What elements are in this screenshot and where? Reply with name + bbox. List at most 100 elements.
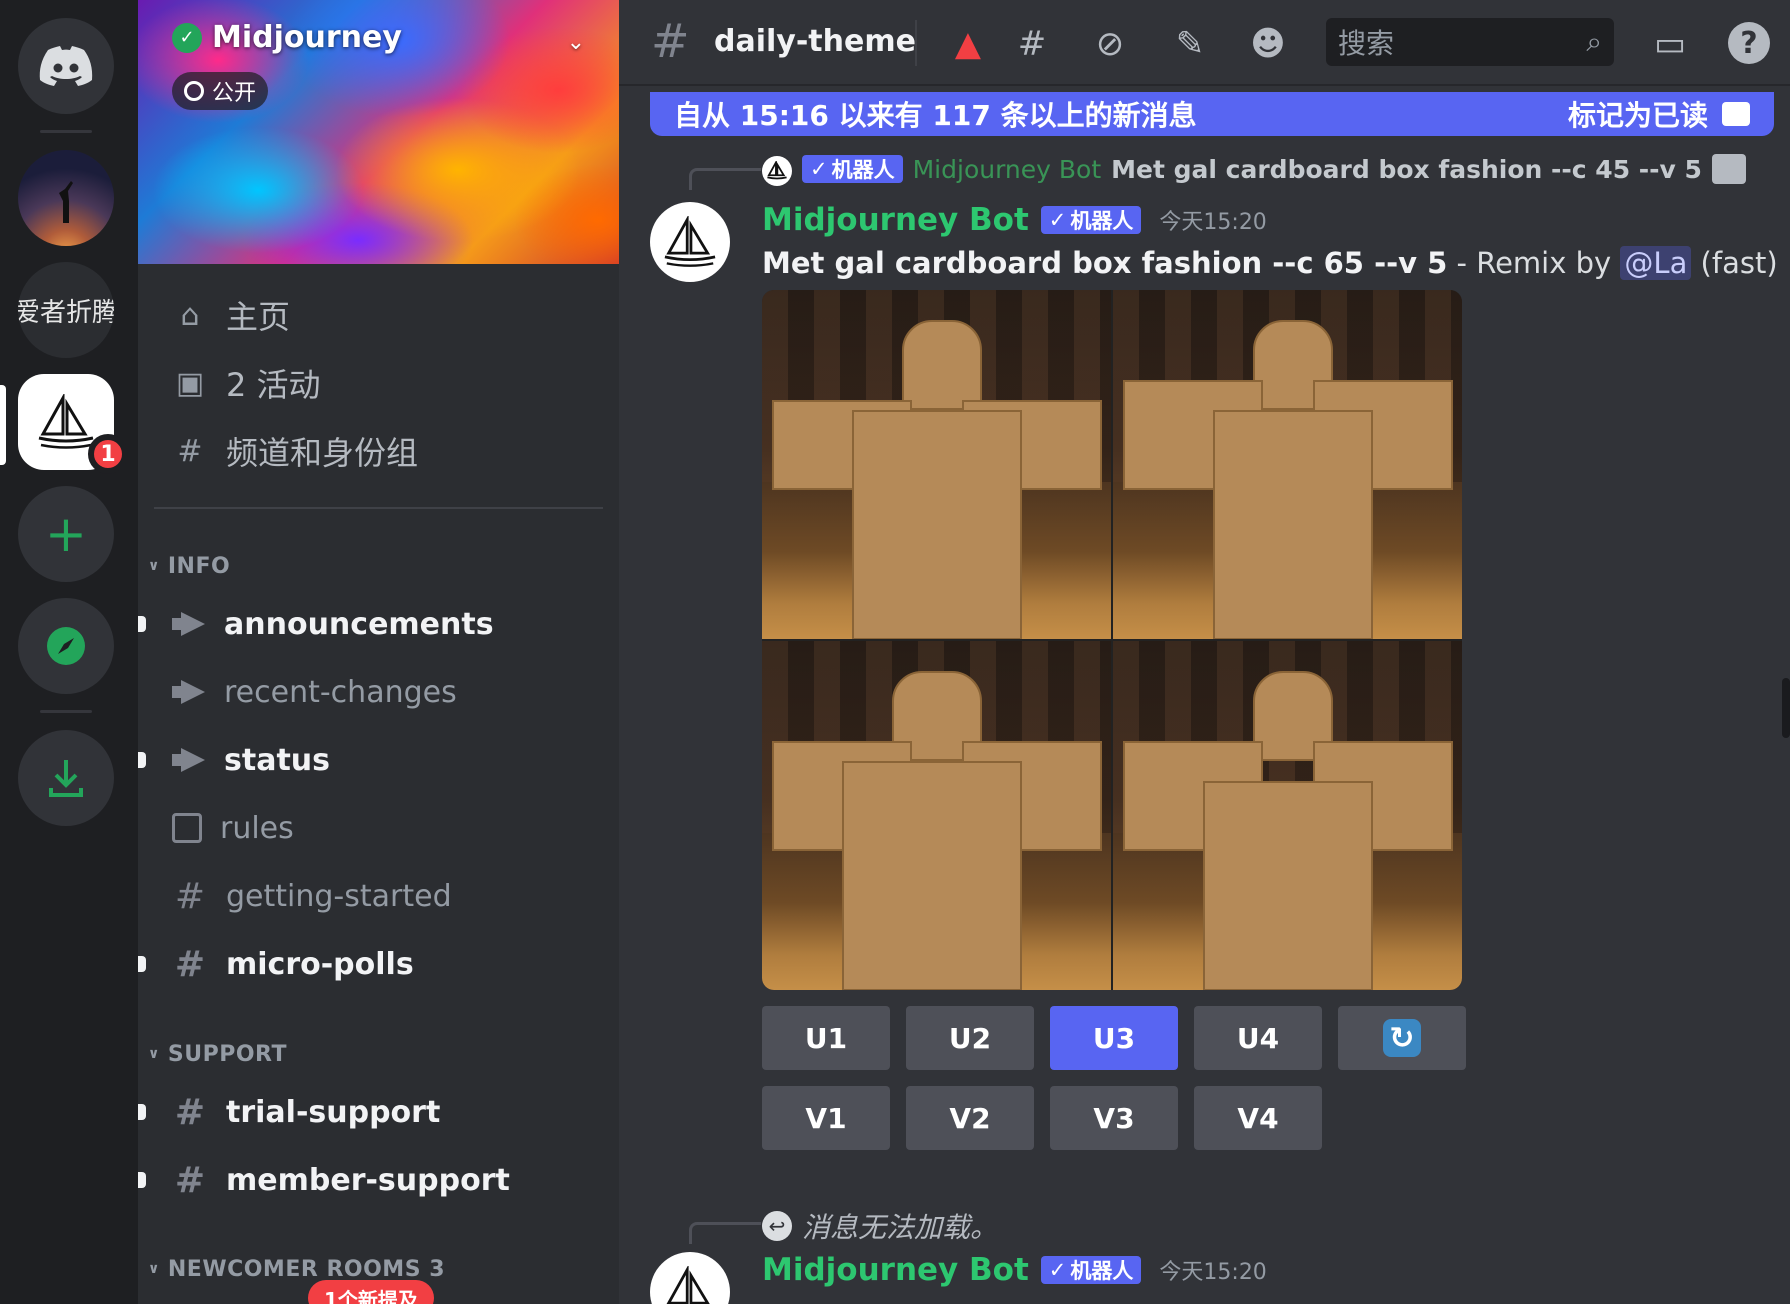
variation-button-v4[interactable]: V4 xyxy=(1194,1086,1322,1150)
variation-button-v1[interactable]: V1 xyxy=(762,1086,890,1150)
channel-trial-support[interactable]: # trial-support xyxy=(138,1084,602,1140)
server-icon-text[interactable]: 爱者折腾小 xyxy=(18,262,114,358)
check-icon: ✓ xyxy=(810,157,828,181)
nav-channels-roles[interactable]: # 频道和身份组 xyxy=(172,425,418,477)
category-label: NEWCOMER ROOMS 3 xyxy=(167,1256,445,1282)
reroll-button[interactable]: ↻ xyxy=(1338,1006,1466,1070)
megaphone-icon xyxy=(172,680,206,704)
inbox-icon[interactable]: ▭ xyxy=(1648,22,1692,66)
avatar[interactable] xyxy=(650,202,730,282)
new-messages-bar[interactable]: 自从 15:16 以来有 117 条以上的新消息 标记为已读 xyxy=(650,92,1774,136)
discord-home-button[interactable] xyxy=(18,18,114,114)
channel-name: status xyxy=(224,742,330,778)
search-placeholder: 搜索 xyxy=(1338,27,1395,60)
generated-image-4[interactable] xyxy=(1113,641,1462,990)
scrollbar-thumb[interactable] xyxy=(1782,678,1790,738)
hash-search-icon: # xyxy=(177,433,203,469)
reply-arrow-icon: ↩ xyxy=(762,1211,792,1241)
timestamp: 今天15:20 xyxy=(1159,1260,1267,1285)
category-label: SUPPORT xyxy=(167,1041,287,1067)
member-list-icon[interactable]: ☻ xyxy=(1246,22,1290,66)
reply-preview[interactable]: ✓ 机器人 Midjourney Bot Met gal cardboard bo… xyxy=(802,154,1746,184)
reply-connector xyxy=(689,168,761,190)
check-icon: ✓ xyxy=(1048,1258,1067,1282)
category-label: INFO xyxy=(167,553,231,579)
chevron-down-icon: ∨ xyxy=(148,1046,160,1062)
nav-home[interactable]: ⌂ 主页 xyxy=(172,289,290,341)
silhouette-icon xyxy=(59,181,73,223)
visibility-label: 公开 xyxy=(212,81,257,106)
rules-icon xyxy=(172,813,202,843)
timestamp: 今天15:20 xyxy=(1159,210,1267,235)
generated-image-2[interactable] xyxy=(1113,290,1462,639)
author-name[interactable]: Midjourney Bot xyxy=(762,202,1029,238)
channel-status[interactable]: status xyxy=(138,732,602,788)
variation-button-v2[interactable]: V2 xyxy=(906,1086,1034,1150)
server-icon-midjourney[interactable]: 1 xyxy=(18,374,128,474)
prompt-text: Met gal cardboard box fashion --c 65 --v… xyxy=(762,246,1448,280)
pin-icon[interactable]: ✎ xyxy=(1168,22,1212,66)
remix-text: - Remix by xyxy=(1447,246,1621,280)
avatar[interactable] xyxy=(650,1252,730,1304)
variation-button-v3[interactable]: V3 xyxy=(1050,1086,1178,1150)
generated-image-3[interactable] xyxy=(762,641,1111,990)
server-header[interactable]: ✓ Midjourney xyxy=(172,20,402,55)
siren-icon[interactable]: ▲ xyxy=(946,22,990,66)
search-icon: ⌕ xyxy=(1586,25,1602,58)
new-mentions-pill[interactable]: 1个新提及 xyxy=(308,1280,434,1304)
user-mention[interactable]: @La xyxy=(1620,246,1692,280)
channel-rules[interactable]: rules xyxy=(172,800,602,856)
category-support[interactable]: ∨ SUPPORT xyxy=(148,1039,287,1069)
unread-indicator xyxy=(138,1172,146,1188)
unread-indicator xyxy=(138,956,146,972)
channel-announcements[interactable]: announcements xyxy=(138,596,602,652)
author-name[interactable]: Midjourney Bot xyxy=(762,1252,1029,1288)
reply-connector xyxy=(689,1222,761,1244)
message-header: Midjourney Bot ✓ 机器人 今天15:20 xyxy=(762,202,1267,238)
chevron-down-icon[interactable]: ⌄ xyxy=(567,30,585,55)
upscale-button-u2[interactable]: U2 xyxy=(906,1006,1034,1070)
public-badge: 公开 xyxy=(172,72,269,110)
nav-home-label: 主页 xyxy=(226,298,291,336)
help-icon[interactable]: ? xyxy=(1728,22,1770,64)
download-apps-button[interactable] xyxy=(18,730,114,826)
generated-image-1[interactable] xyxy=(762,290,1111,639)
reply-avatar[interactable] xyxy=(762,156,792,186)
reply-author[interactable]: Midjourney Bot xyxy=(913,155,1102,184)
mute-bell-icon[interactable]: ⊘ xyxy=(1088,22,1132,66)
unread-indicator xyxy=(138,616,146,632)
channel-name: recent-changes xyxy=(224,674,457,710)
search-input[interactable]: 搜索 ⌕ xyxy=(1326,18,1614,66)
channel-header: # daily-theme ▲ # ⊘ ✎ ☻ 搜索 ⌕ ▭ ? xyxy=(619,0,1790,86)
channel-getting-started[interactable]: # getting-started xyxy=(172,868,602,924)
mark-as-read-button[interactable]: 标记为已读 xyxy=(1568,94,1708,134)
channel-name: micro-polls xyxy=(226,946,414,982)
upscale-button-u3[interactable]: U3 xyxy=(1050,1006,1178,1070)
plus-icon: + xyxy=(45,505,87,563)
reply-text: Met gal cardboard box fashion --c 45 --v… xyxy=(1111,154,1702,184)
server-banner[interactable]: ✓ Midjourney ⌄ 公开 xyxy=(138,0,619,264)
header-divider xyxy=(915,20,917,66)
nav-events[interactable]: ▣ 2 活动 xyxy=(172,357,321,409)
nav-events-label: 2 活动 xyxy=(226,366,321,404)
channel-member-support[interactable]: # member-support xyxy=(138,1152,602,1208)
selected-server-indicator xyxy=(0,385,6,465)
server-icon-night[interactable] xyxy=(18,150,114,246)
download-icon xyxy=(49,760,83,797)
chevron-down-icon: ∨ xyxy=(148,558,160,574)
upscale-button-u1[interactable]: U1 xyxy=(762,1006,890,1070)
server-name: Midjourney xyxy=(212,20,402,55)
channel-micro-polls[interactable]: # micro-polls xyxy=(138,936,602,992)
megaphone-icon xyxy=(172,748,206,772)
message-content: Met gal cardboard box fashion --c 65 --v… xyxy=(762,246,1778,280)
new-messages-text: 自从 15:16 以来有 117 条以上的新消息 xyxy=(674,99,1197,132)
add-server-button[interactable]: + xyxy=(18,486,114,582)
explore-servers-button[interactable] xyxy=(18,598,114,694)
hash-icon: # xyxy=(174,875,206,917)
image-grid[interactable] xyxy=(762,290,1462,990)
threads-icon[interactable]: # xyxy=(1010,22,1054,66)
category-info[interactable]: ∨ INFO xyxy=(148,551,230,581)
upscale-button-u4[interactable]: U4 xyxy=(1194,1006,1322,1070)
channel-recent-changes[interactable]: recent-changes xyxy=(172,664,602,720)
message-header: Midjourney Bot ✓ 机器人 今天15:20 xyxy=(762,1252,1267,1288)
